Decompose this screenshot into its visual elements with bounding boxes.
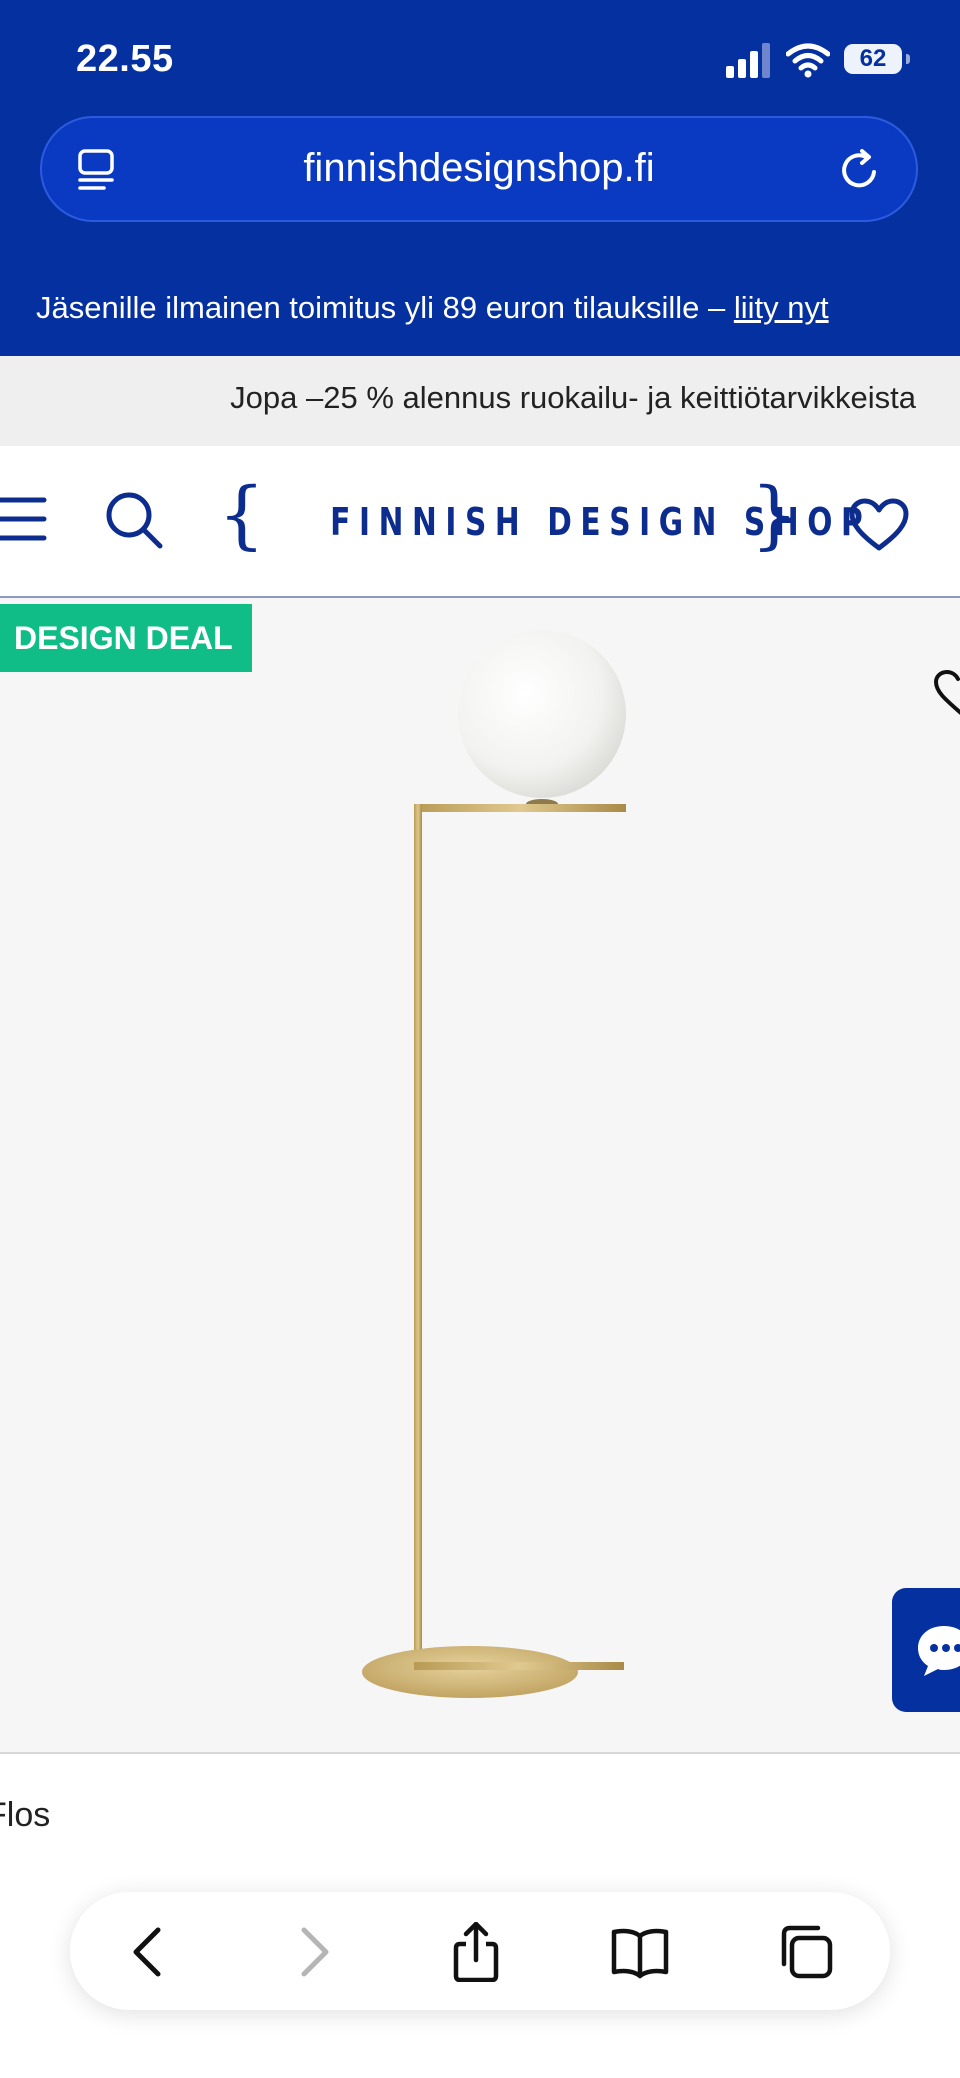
logo-brace-left: {: [218, 472, 266, 558]
promo-text: Jäsenille ilmainen toimitus yli 89 euron…: [36, 290, 726, 325]
share-icon[interactable]: [446, 1922, 506, 1982]
site-logo[interactable]: { FINNISH DESIGN SHOP }: [218, 478, 872, 556]
browser-toolbar: [70, 1892, 890, 2010]
wishlist-heart-icon[interactable]: [932, 670, 960, 720]
address-bar[interactable]: finnishdesignshop.fi: [40, 116, 918, 222]
bookmarks-icon[interactable]: [610, 1922, 670, 1982]
heart-icon[interactable]: [848, 498, 910, 552]
promo-secondary-text: Jopa –25 % alennus ruokailu- ja keittiöt…: [230, 380, 916, 415]
signal-icon: [726, 43, 770, 78]
design-deal-badge: DESIGN DEAL: [0, 604, 252, 672]
browser-chrome: 22.55 62 finnishdesignshop.fi Jäsenille …: [0, 0, 960, 356]
forward-icon[interactable]: [282, 1922, 342, 1982]
logo-text: FINNISH DESIGN SHOP: [330, 500, 872, 544]
back-icon[interactable]: [120, 1922, 180, 1982]
status-time: 22.55: [76, 38, 174, 80]
url-text[interactable]: finnishdesignshop.fi: [42, 146, 916, 191]
site-header: { FINNISH DESIGN SHOP }: [0, 446, 960, 598]
join-now-link[interactable]: liity nyt: [734, 290, 829, 325]
logo-brace-right: }: [750, 472, 798, 558]
promo-bar: Jäsenille ilmainen toimitus yli 89 euron…: [36, 290, 829, 326]
battery-icon: 62: [844, 44, 902, 74]
product-brand[interactable]: Flos: [0, 1796, 50, 1835]
promo-secondary-bar[interactable]: Jopa –25 % alennus ruokailu- ja keittiöt…: [0, 356, 960, 446]
status-icons: 62: [726, 40, 916, 80]
wifi-icon: [786, 43, 830, 78]
product-image[interactable]: [340, 628, 660, 1708]
chat-icon: [918, 1626, 960, 1676]
tabs-icon[interactable]: [776, 1922, 836, 1982]
search-icon[interactable]: [104, 490, 164, 550]
reload-icon[interactable]: [836, 146, 884, 194]
menu-icon[interactable]: [0, 496, 48, 542]
battery-tip: [906, 54, 910, 64]
chat-button[interactable]: [892, 1588, 960, 1712]
product-image-gallery[interactable]: DESIGN DEAL: [0, 598, 960, 1754]
